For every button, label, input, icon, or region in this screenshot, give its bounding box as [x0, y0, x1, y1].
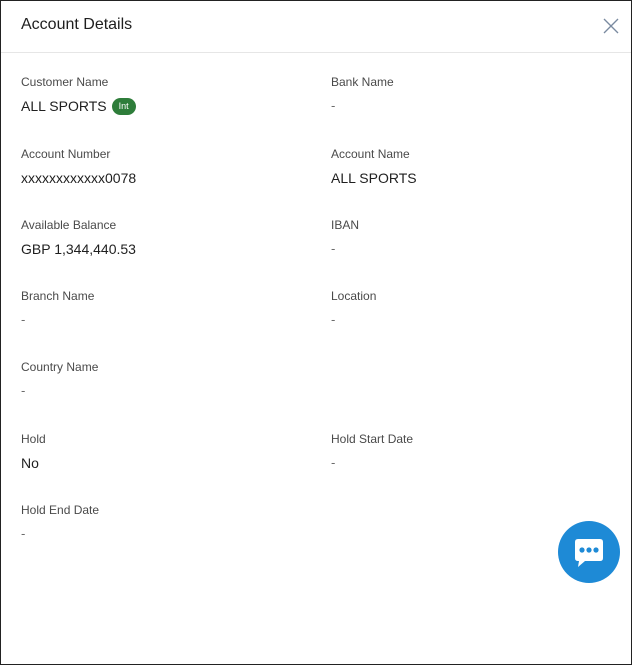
country-name-value: -	[21, 383, 26, 398]
hold-start-date-value: -	[331, 455, 336, 470]
location-field: Location -	[331, 289, 376, 329]
hold-end-date-value: -	[21, 526, 26, 541]
hold-end-date-label: Hold End Date	[21, 503, 100, 517]
branch-name-field: Branch Name -	[21, 289, 94, 329]
hold-start-date-label: Hold Start Date	[331, 432, 414, 446]
available-balance-field: Available Balance GBP 1,344,440.53	[21, 218, 136, 258]
hold-end-date-field: Hold End Date -	[21, 503, 99, 543]
account-name-field: Account Name ALL SPORTS	[331, 147, 417, 187]
account-number-field: Account Number xxxxxxxxxxxx0078	[21, 147, 136, 187]
branch-name-label: Branch Name	[21, 289, 95, 303]
country-name-field: Country Name -	[21, 360, 98, 400]
account-number-label: Account Number	[21, 147, 111, 161]
branch-name-value: -	[21, 312, 26, 327]
bank-name-field: Bank Name -	[331, 75, 394, 115]
account-number-value: xxxxxxxxxxxx0078	[21, 170, 137, 186]
close-icon	[603, 18, 619, 34]
dialog-header: Account Details	[1, 1, 631, 53]
iban-value: -	[331, 241, 336, 256]
customer-name-field: Customer Name ALL SPORTS Int	[21, 75, 136, 115]
bank-name-label: Bank Name	[331, 75, 394, 89]
customer-name-value-row: ALL SPORTS Int	[21, 97, 136, 115]
location-label: Location	[331, 289, 377, 303]
customer-name-value: ALL SPORTS	[21, 98, 107, 114]
hold-label: Hold	[21, 432, 46, 446]
available-balance-value: GBP 1,344,440.53	[21, 241, 136, 257]
country-name-label: Country Name	[21, 360, 99, 374]
chat-bubble-icon	[575, 539, 603, 567]
chat-button[interactable]	[558, 521, 620, 583]
customer-name-label: Customer Name	[21, 75, 109, 89]
location-value: -	[331, 312, 336, 327]
hold-field: Hold No	[21, 432, 46, 472]
customer-type-badge: Int	[111, 97, 136, 115]
close-button[interactable]	[601, 16, 621, 36]
iban-label: IBAN	[331, 218, 360, 232]
iban-field: IBAN -	[331, 218, 359, 258]
hold-start-date-field: Hold Start Date -	[331, 432, 413, 472]
available-balance-label: Available Balance	[21, 218, 117, 232]
account-details-dialog: Account Details Customer Name ALL SPORTS…	[0, 0, 632, 665]
hold-value: No	[21, 455, 39, 471]
bank-name-value: -	[331, 98, 336, 113]
account-name-label: Account Name	[331, 147, 410, 161]
account-name-value: ALL SPORTS	[331, 170, 417, 186]
dialog-title: Account Details	[21, 16, 133, 33]
